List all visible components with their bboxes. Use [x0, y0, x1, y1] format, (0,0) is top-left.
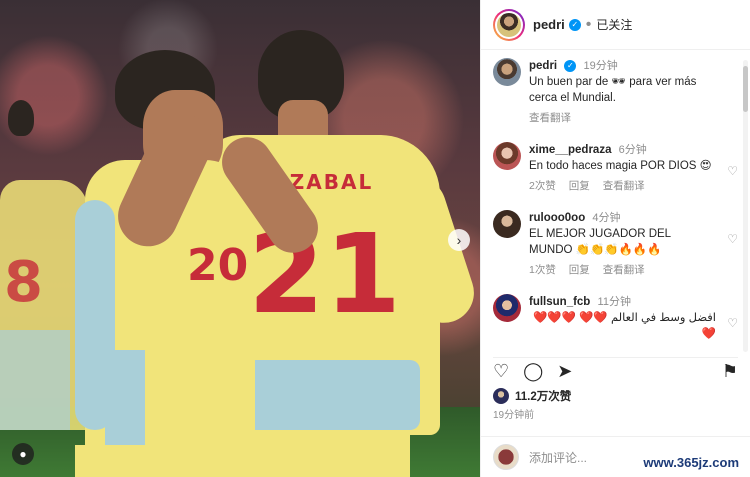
separator-dot: • [585, 15, 592, 33]
comment-time: 6分钟 [618, 144, 647, 156]
commenter-avatar[interactable] [493, 210, 521, 238]
comment-item: rulooo0oo 4分钟 EL MEJOR JUGADOR DEL MUNDO… [493, 210, 738, 278]
comment-like-count[interactable]: 1次赞 [529, 264, 556, 276]
send-icon[interactable]: ➤ [557, 361, 572, 382]
comment-time: 11分钟 [597, 296, 631, 308]
caption: pedri ✓ 19分钟 Un buen par de 🕶 para ver m… [493, 58, 738, 126]
translate-link[interactable]: 查看翻译 [529, 112, 571, 124]
comment-input[interactable]: 添加评论... [529, 449, 587, 466]
reply-button[interactable]: 回复 [569, 264, 590, 276]
heart-icon[interactable]: ♡ [493, 361, 509, 382]
verified-badge-icon: ✓ [568, 18, 581, 31]
comment-like-heart-icon[interactable]: ♡ [727, 232, 738, 246]
likes-row[interactable]: 11.2万次赞 [493, 388, 571, 404]
commenter-avatar[interactable] [493, 294, 521, 322]
next-photo-button[interactable]: › [448, 229, 470, 251]
comment-username[interactable]: rulooo0oo [529, 212, 585, 224]
comment-like-heart-icon[interactable]: ♡ [727, 164, 738, 178]
comments-list[interactable]: pedri ✓ 19分钟 Un buen par de 🕶 para ver m… [481, 50, 750, 347]
comment-username[interactable]: xime__pedraza [529, 144, 611, 156]
comment-text: افضل وسط في العالم ❤️❤️ ❤️❤️❤️❤️ [532, 312, 716, 340]
bookmark-icon[interactable]: ⚑ [722, 361, 738, 382]
caption-time: 19分钟 [583, 60, 618, 72]
caption-text: Un buen par de 🕶 para ver más cerca el M… [529, 76, 697, 104]
player-pedri: 20 [75, 50, 328, 477]
post-photo[interactable]: 8 OYARZABAL 21 20 › ● [0, 0, 480, 477]
post-time: 19分钟前 [493, 410, 535, 421]
user-tag-icon[interactable]: ● [12, 443, 34, 465]
comment-item: fullsun_fcb 11分钟 افضل وسط في العالم ❤️❤️… [493, 294, 738, 342]
comment-like-heart-icon[interactable]: ♡ [727, 316, 738, 330]
scrollbar-thumb[interactable] [743, 66, 748, 112]
verified-badge-icon: ✓ [564, 59, 577, 72]
author-avatar[interactable] [493, 9, 525, 41]
translate-link[interactable]: 查看翻译 [603, 180, 645, 192]
reply-button[interactable]: 回复 [569, 180, 590, 192]
comment-icon[interactable]: ◯ [523, 361, 543, 382]
commenter-avatar[interactable] [493, 142, 521, 170]
follow-button[interactable]: 已关注 [596, 16, 632, 33]
post-sidebar: pedri ✓ • 已关注 pedri ✓ 19分钟 Un buen par d… [480, 0, 750, 477]
author-username[interactable]: pedri [533, 17, 565, 32]
watermark: www.365jz.com [640, 454, 742, 471]
translate-link[interactable]: 查看翻译 [603, 264, 645, 276]
shirt-number-20: 20 [187, 240, 249, 291]
liker-avatar [493, 388, 509, 404]
comment-username[interactable]: fullsun_fcb [529, 296, 590, 308]
comment-like-count[interactable]: 2次赞 [529, 180, 556, 192]
post-header: pedri ✓ • 已关注 [481, 0, 750, 50]
comment-time: 4分钟 [592, 212, 621, 224]
like-count[interactable]: 11.2万次赞 [515, 388, 571, 404]
action-bar: ♡ ◯ ➤ ⚑ [493, 357, 738, 385]
comment-text: En todo haces magia POR DIOS 😍 [529, 160, 712, 172]
comment-text: EL MEJOR JUGADOR DEL MUNDO 👏👏👏🔥🔥🔥 [529, 228, 671, 256]
current-user-avatar [493, 444, 519, 470]
caption-username[interactable]: pedri [529, 60, 557, 72]
caption-avatar[interactable] [493, 58, 521, 86]
comment-item: xime__pedraza 6分钟 En todo haces magia PO… [493, 142, 738, 194]
